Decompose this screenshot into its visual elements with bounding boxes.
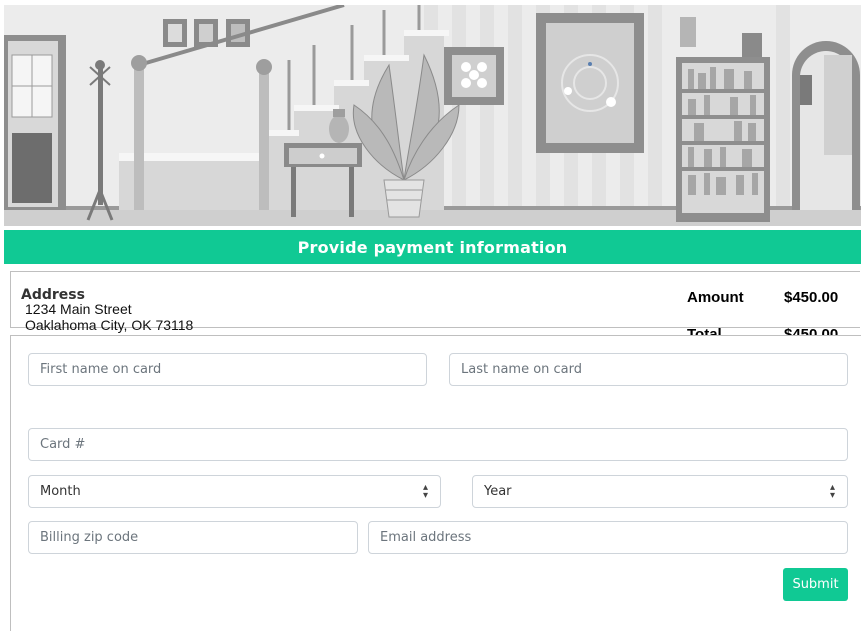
month-select[interactable]: Month ▴ ▾ <box>28 475 441 508</box>
card-number-input[interactable] <box>28 428 848 461</box>
year-select-value: Year <box>484 484 512 499</box>
payment-page: Provide payment information Address 1234… <box>0 0 861 631</box>
select-arrows-icon: ▴ ▾ <box>422 482 428 501</box>
year-select[interactable]: Year ▴ ▾ <box>472 475 848 508</box>
month-select-value: Month <box>40 484 81 499</box>
hero-illustration <box>4 5 861 226</box>
last-name-input[interactable] <box>449 353 848 386</box>
amount-value: $450.00 <box>784 289 839 306</box>
amount-label: Amount <box>687 289 744 306</box>
address-line-1: 1234 Main Street <box>25 301 132 317</box>
submit-button[interactable]: Submit <box>783 568 848 601</box>
living-room-illustration <box>4 5 861 226</box>
first-name-input[interactable] <box>28 353 427 386</box>
select-arrows-icon: ▴ ▾ <box>829 482 835 501</box>
address-line-2: Oaklahoma City, OK 73118 <box>25 317 194 333</box>
page-title: Provide payment information <box>4 230 861 264</box>
billing-zip-input[interactable] <box>28 521 358 554</box>
email-input[interactable] <box>368 521 848 554</box>
